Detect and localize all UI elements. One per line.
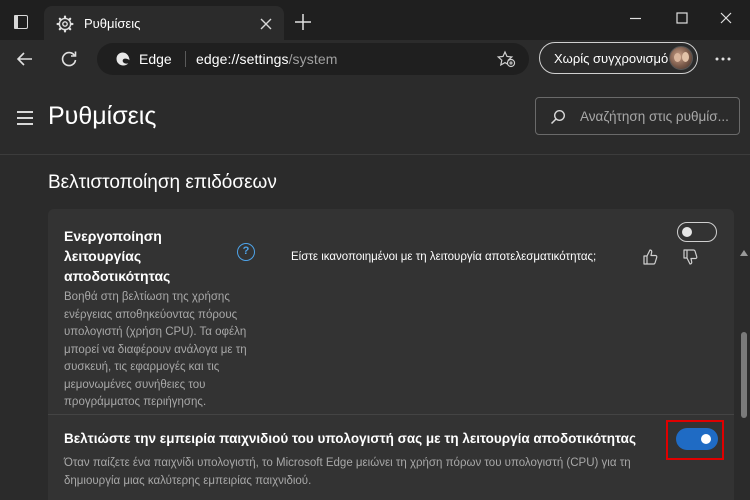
search-input[interactable] [580,98,738,134]
scrollbar-thumb[interactable] [741,332,747,418]
address-divider [185,51,186,67]
page-title: Ρυθμίσεις [48,102,157,130]
avatar [669,46,693,70]
tab-title: Ρυθμίσεις [84,16,141,31]
settings-card: Ενεργοποίηση λειτουργίας αποδοτικότητας … [48,209,734,500]
gaming-efficiency-title: Βελτιώστε την εμπειρία παιχνιδιού του υπ… [64,431,636,446]
menu-icon[interactable] [17,111,35,125]
maximize-icon[interactable] [668,8,696,30]
thumbs-down-icon[interactable] [682,248,698,266]
profile-button[interactable]: Χωρίς συγχρονισμό [539,42,698,74]
back-arrow-icon[interactable] [14,48,36,70]
url-text[interactable]: edge://settings/system [196,51,338,67]
scroll-up-arrow-icon[interactable] [740,250,748,256]
more-options-icon[interactable] [713,50,733,68]
edge-logo-icon [116,52,130,66]
profile-label: Χωρίς συγχρονισμό [554,51,669,66]
address-bar[interactable]: Edge edge://settings/system [97,43,529,75]
gear-icon [56,15,74,33]
help-icon[interactable]: ? [237,243,255,261]
url-host: edge://settings [196,51,289,67]
edge-label: Edge [139,51,172,67]
tab-strip: Ρυθμίσεις [0,0,750,44]
thumbs-up-icon[interactable] [642,248,658,266]
tab-settings[interactable]: Ρυθμίσεις [44,6,284,44]
feedback-question: Είστε ικανοποιημένοι με τη λειτουργία απ… [291,251,597,263]
settings-page: Ρυθμίσεις Βελτιστοποίηση επιδόσεων Ενεργ… [0,78,750,500]
efficiency-mode-description: Βοηθά στη βελτίωση της χρήσης ενέργειας … [64,291,247,408]
minimize-icon[interactable] [622,8,650,30]
header-divider [0,154,750,155]
tab-actions-icon[interactable] [10,12,32,32]
close-icon[interactable] [258,16,274,32]
window-close-icon[interactable] [712,8,740,30]
refresh-icon[interactable] [58,48,80,70]
highlight-box [666,420,724,460]
toolbar: Edge edge://settings/system Χωρίς συγχρο… [0,40,750,78]
add-favorite-icon[interactable] [496,50,516,68]
gaming-efficiency-description: Όταν παίζετε ένα παιχνίδι υπολογιστή, το… [64,457,631,487]
search-box[interactable] [535,97,740,135]
toggle-knob [682,226,692,237]
efficiency-mode-toggle[interactable] [677,222,717,242]
efficiency-mode-title: Ενεργοποίηση λειτουργίας αποδοτικότητας [64,228,171,284]
url-path: /system [288,51,338,67]
section-title: Βελτιστοποίηση επιδόσεων [48,172,277,193]
new-tab-icon[interactable] [292,11,314,33]
search-icon [550,109,566,125]
row-divider [48,414,734,415]
